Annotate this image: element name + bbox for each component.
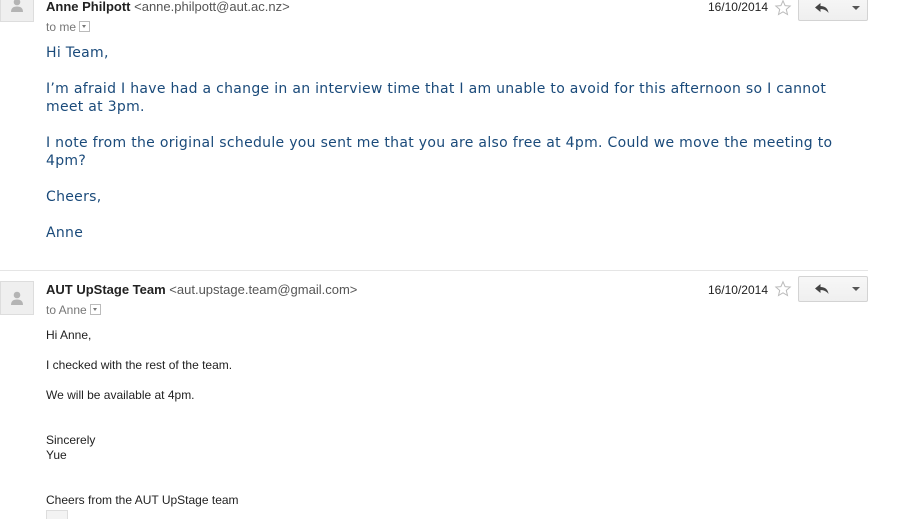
body-line: Sincerely	[46, 433, 96, 447]
email-message: Anne Philpott <anne.philpott@aut.ac.nz> …	[0, 0, 868, 271]
reply-button[interactable]	[798, 0, 846, 21]
person-icon	[11, 0, 23, 12]
body-line: I checked with the rest of the team.	[46, 358, 233, 372]
body-line: Anne	[46, 225, 84, 241]
message-body: Hi Anne, I checked with the rest of the …	[46, 328, 826, 519]
sender-name: Anne Philpott	[46, 0, 131, 14]
sender-line: AUT UpStage Team <aut.upstage.team@gmail…	[46, 282, 357, 297]
more-options-button[interactable]	[845, 276, 868, 302]
sender-line: Anne Philpott <anne.philpott@aut.ac.nz>	[46, 0, 290, 14]
body-line: Hi Anne,	[46, 328, 92, 342]
body-line: Cheers from the AUT UpStage team	[46, 493, 239, 507]
person-icon	[11, 291, 23, 305]
message-body: Hi Team, I’m afraid I have had a change …	[46, 44, 856, 260]
body-line: Cheers,	[46, 189, 102, 205]
recipient-label: to me	[46, 20, 77, 34]
details-dropdown-icon[interactable]	[89, 304, 101, 316]
body-line: Yue	[46, 448, 67, 462]
show-trimmed-content-button[interactable]	[46, 510, 68, 519]
sender-avatar	[0, 281, 34, 315]
star-icon[interactable]	[774, 0, 792, 17]
body-line: We will be available at 4pm.	[46, 388, 195, 402]
message-date: 16/10/2014	[707, 0, 768, 14]
sender-avatar	[0, 0, 34, 22]
sender-name: AUT UpStage Team	[46, 282, 166, 297]
sender-email: <anne.philpott@aut.ac.nz>	[134, 0, 290, 14]
more-options-button[interactable]	[845, 0, 868, 21]
reply-icon	[815, 284, 829, 294]
details-dropdown-icon[interactable]	[79, 21, 91, 33]
recipient-label: to Anne	[46, 303, 87, 317]
body-line: Hi Team,	[46, 45, 109, 61]
chevron-down-icon	[852, 6, 860, 10]
body-line: I note from the original schedule you se…	[46, 135, 833, 169]
chevron-down-icon	[852, 287, 860, 291]
recipient-line[interactable]: to Anne	[46, 303, 101, 317]
recipient-line[interactable]: to me	[46, 20, 91, 34]
body-line: I’m afraid I have had a change in an int…	[46, 81, 827, 115]
reply-icon	[815, 3, 829, 13]
sender-email: <aut.upstage.team@gmail.com>	[169, 282, 358, 297]
reply-button[interactable]	[798, 276, 846, 302]
message-date: 16/10/2014	[707, 283, 768, 297]
star-icon[interactable]	[774, 280, 792, 298]
email-message: AUT UpStage Team <aut.upstage.team@gmail…	[0, 271, 868, 531]
